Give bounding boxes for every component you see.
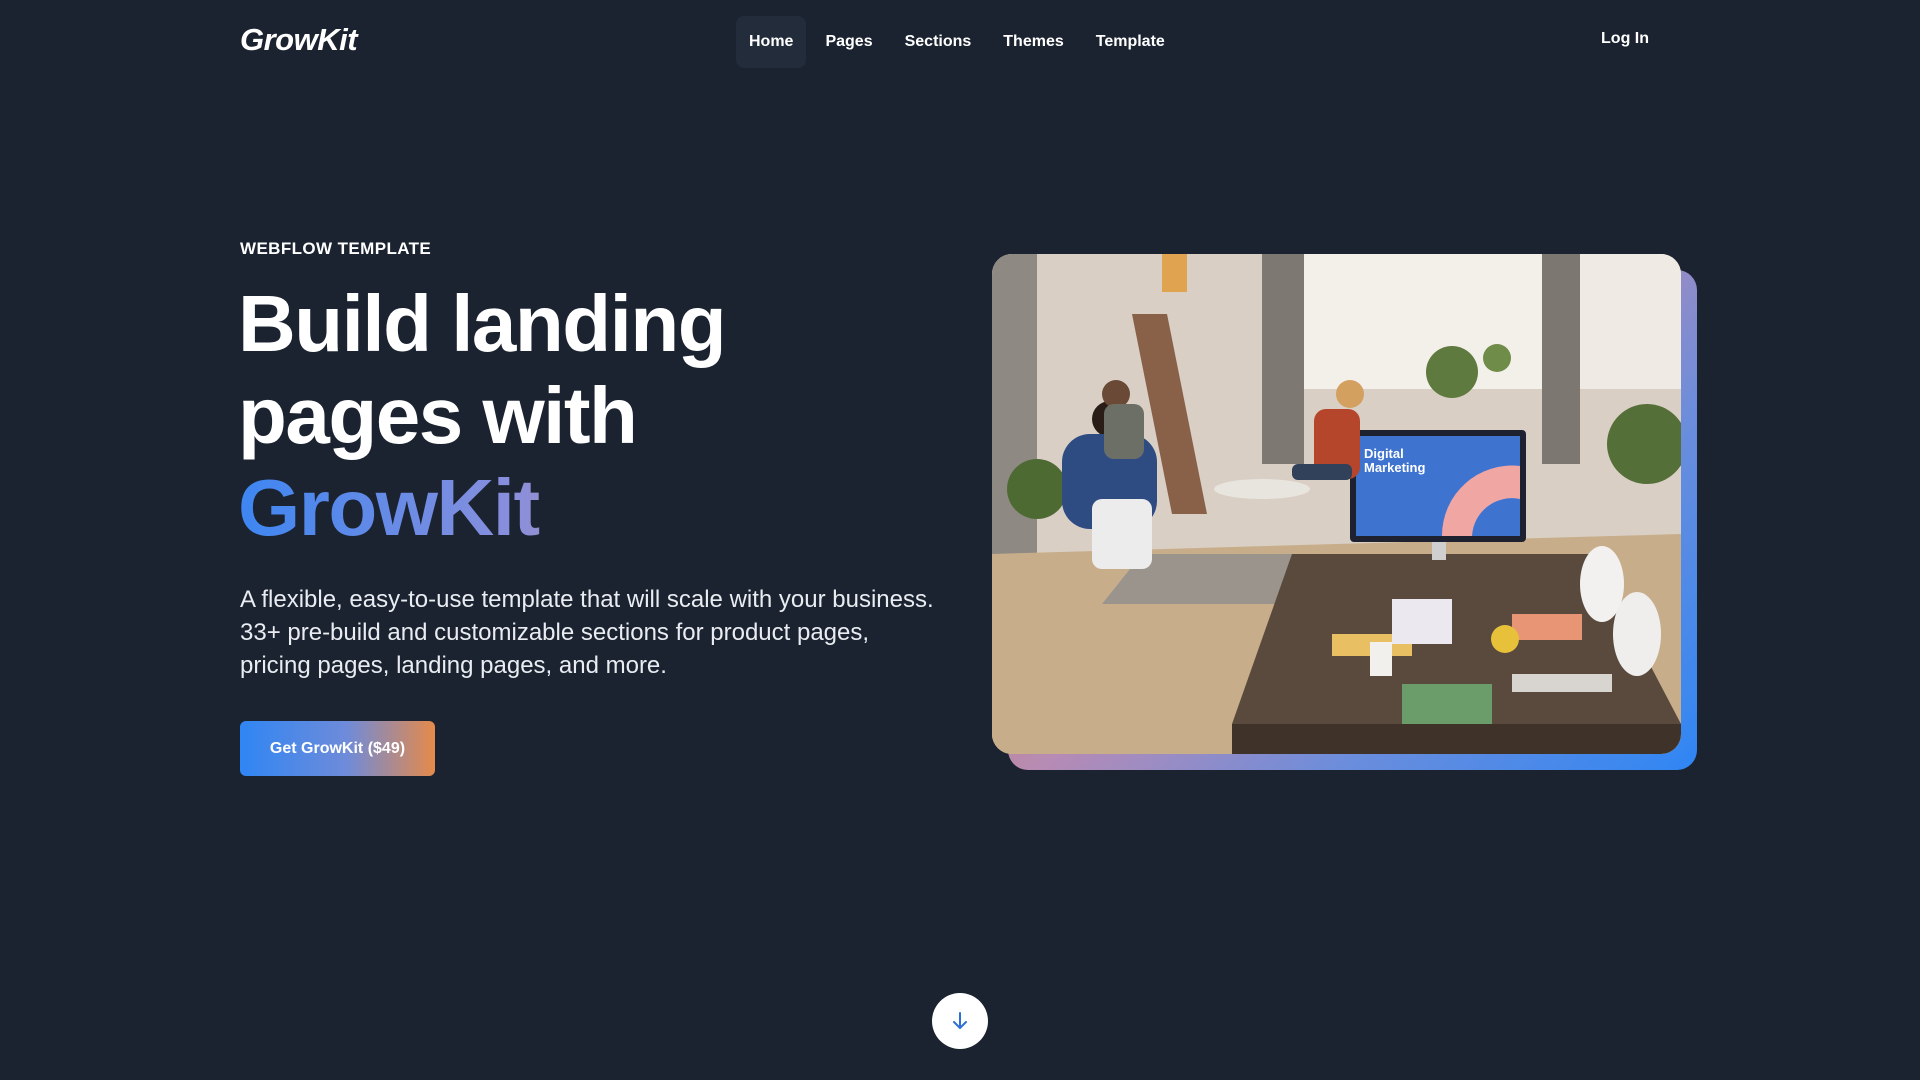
headline-brand: GrowKit [238, 462, 858, 554]
nav-link-pages[interactable]: Pages [812, 16, 885, 68]
hero-description: A flexible, easy-to-use template that wi… [240, 586, 934, 679]
landing-page: GrowKit Home Pages Sections Themes Templ… [0, 0, 1920, 1080]
headline-line-2: pages with [238, 371, 638, 460]
top-navigation: GrowKit Home Pages Sections Themes Templ… [0, 0, 1920, 84]
get-growkit-button[interactable]: Get GrowKit ($49) [240, 721, 435, 776]
hero-image: Digital Marketing [992, 254, 1681, 754]
hero-headline: Build landing pages with GrowKit [238, 278, 858, 554]
logo[interactable]: GrowKit [240, 22, 358, 58]
hero-image-container: Digital Marketing [992, 254, 1697, 770]
login-link[interactable]: Log In [1601, 30, 1649, 48]
nav-link-sections[interactable]: Sections [892, 16, 985, 68]
hero-eyebrow: WEBFLOW TEMPLATE [240, 239, 432, 258]
arrow-down-icon [953, 1012, 967, 1029]
nav-link-themes[interactable]: Themes [990, 16, 1076, 68]
screen-text-line-1: Digital [1364, 446, 1404, 461]
headline-line-1: Build landing [238, 279, 727, 368]
nav-links: Home Pages Sections Themes Template [736, 16, 1178, 68]
screen-text-line-2: Marketing [1364, 460, 1425, 475]
nav-link-home[interactable]: Home [736, 16, 807, 68]
scroll-down-button[interactable] [932, 993, 988, 1049]
nav-link-template[interactable]: Template [1083, 16, 1178, 68]
